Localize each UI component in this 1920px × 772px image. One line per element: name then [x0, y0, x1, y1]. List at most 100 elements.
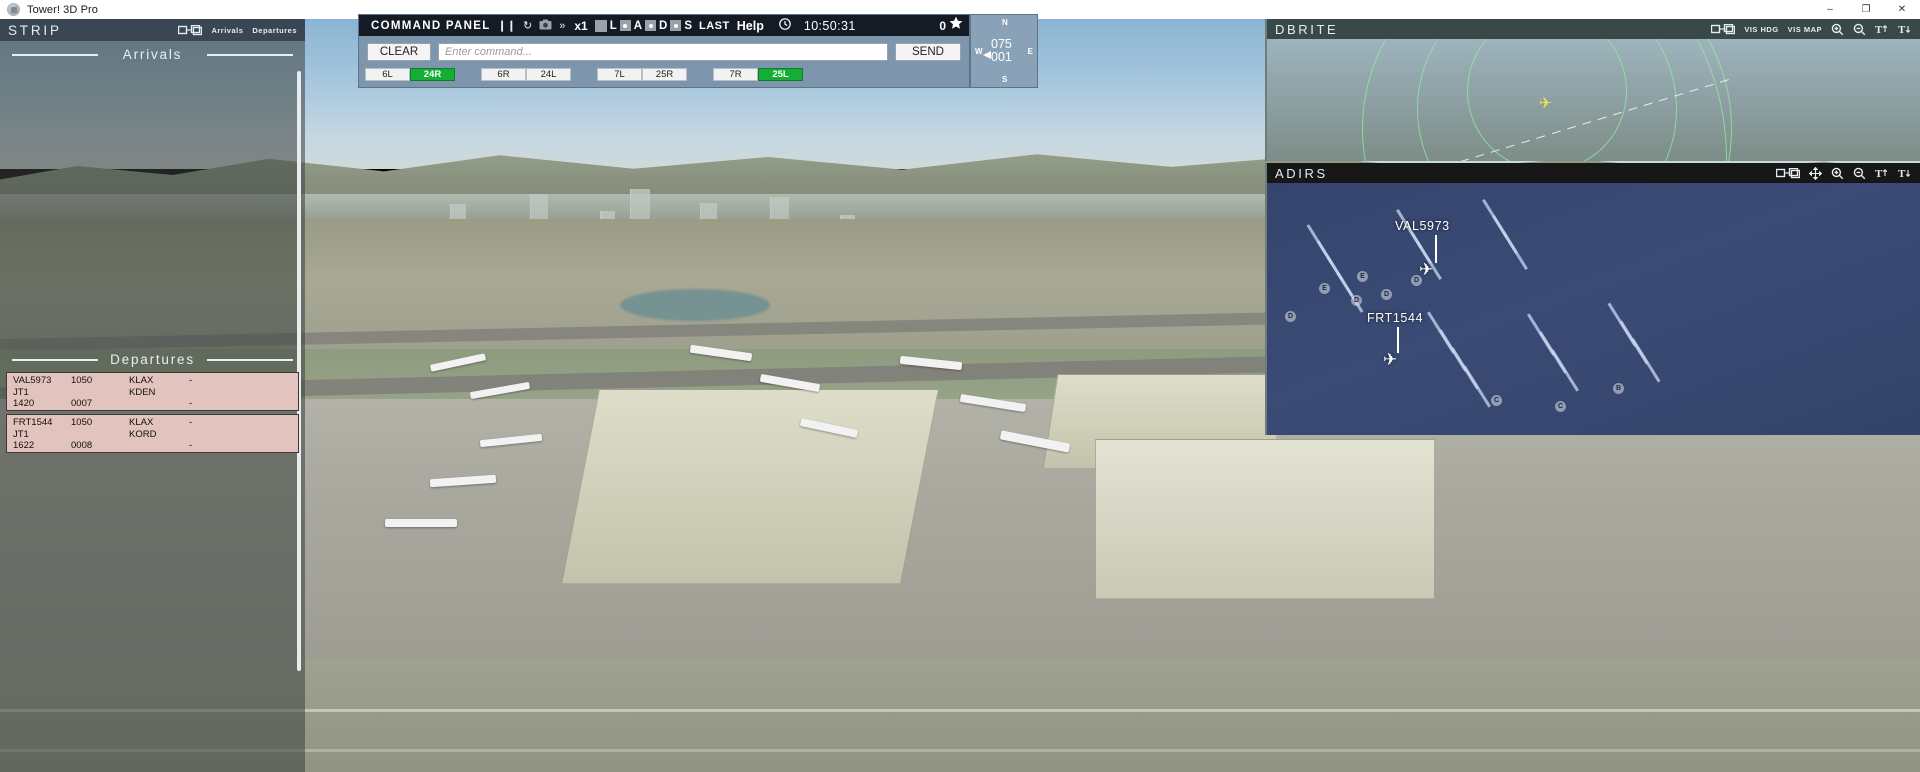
toggle-l-indicator[interactable] [594, 19, 607, 32]
runway-button-6R[interactable]: 6R [481, 68, 526, 81]
strip-squawk: 1050 [71, 417, 93, 428]
command-input[interactable] [438, 43, 888, 61]
wind-speed-value: 001 [991, 50, 1012, 64]
strip-panel: STRIP Arrivals Departures Arrivals Depar… [0, 19, 305, 772]
strip-dash-1: - [189, 417, 193, 428]
adirs-ground-map[interactable]: E E D D D D C C B VAL5973 ✈ FRT1544 ✈ [1267, 183, 1920, 435]
strip-dash-1: - [189, 375, 193, 386]
taxiway-label: C [1555, 401, 1566, 412]
runway-button-7R[interactable]: 7R [713, 68, 758, 81]
strip-dash-2: - [189, 398, 193, 409]
help-button[interactable]: Help [737, 19, 764, 33]
departures-header: Departures [0, 346, 305, 372]
toggle-a-label[interactable]: A [634, 20, 642, 32]
adirs-header: ADIRS T T [1267, 163, 1920, 183]
adirs-panel: ADIRS T T E E D D D D C C B VAL5973 ✈ FR… [1265, 163, 1920, 435]
retention-pond [620, 289, 770, 321]
adirs-tools: T T [1776, 166, 1920, 180]
runway-button-24R[interactable]: 24R [410, 68, 455, 81]
strip-departures-toggle[interactable]: Departures [252, 26, 297, 35]
fast-forward-icon[interactable]: » [559, 20, 565, 32]
vis-hdg-button[interactable]: VIS HDG [1744, 25, 1778, 34]
strip-callsign: VAL5973 [13, 375, 52, 386]
camera-icon[interactable] [539, 19, 552, 33]
strip-sequence: 0007 [71, 398, 93, 409]
sim-speed-label[interactable]: x1 [574, 19, 587, 33]
runway-group: 6R 24L [481, 68, 571, 81]
zoom-out-icon[interactable] [1853, 167, 1866, 180]
dbrite-radar-display[interactable]: ✈ [1267, 39, 1920, 161]
strip-squawk: 1050 [71, 375, 93, 386]
runway-group: 7L 25R [597, 68, 687, 81]
strip-destination: KORD [129, 428, 157, 440]
runway-button-6L[interactable]: 6L [365, 68, 410, 81]
svg-text:T: T [1875, 168, 1883, 179]
minimize-button[interactable]: – [1812, 0, 1848, 19]
pause-icon[interactable]: ❙❙ [498, 19, 516, 32]
restart-icon[interactable]: ↻ [523, 19, 532, 32]
adirs-title: ADIRS [1275, 165, 1328, 181]
strip-panel-header: STRIP Arrivals Departures [0, 19, 305, 41]
strip-panel-body: Arrivals Departures VAL5973 1050 KLAX - … [0, 41, 305, 772]
toggle-d-label[interactable]: D [659, 20, 667, 32]
vis-map-button[interactable]: VIS MAP [1788, 25, 1822, 34]
popout-icon[interactable] [1711, 23, 1736, 35]
adirs-aircraft-label[interactable]: FRT1544 [1367, 311, 1423, 325]
move-icon[interactable] [1809, 166, 1822, 180]
adirs-aircraft-label[interactable]: VAL5973 [1395, 219, 1450, 233]
taxiway-label: B [1613, 383, 1624, 394]
compass-north-label: N [1002, 18, 1008, 27]
star-icon [949, 16, 963, 35]
compass-west-label: W [975, 47, 983, 56]
text-increase-icon[interactable]: T [1875, 23, 1889, 35]
toggle-a-indicator[interactable] [619, 20, 631, 31]
runway-button-24L[interactable]: 24L [526, 68, 571, 81]
strip-panel-tools: Arrivals Departures [178, 24, 305, 36]
command-panel: COMMAND PANEL ❙❙ ↻ » x1 L A D S LAST Hel… [358, 14, 970, 88]
toggle-d-indicator[interactable] [645, 20, 657, 31]
parked-aircraft[interactable] [385, 519, 457, 527]
command-panel-header: COMMAND PANEL ❙❙ ↻ » x1 L A D S LAST Hel… [359, 15, 969, 36]
strip-arrivals-toggle[interactable]: Arrivals [211, 26, 243, 35]
taxiway-label: D [1381, 289, 1392, 300]
clear-button[interactable]: CLEAR [367, 43, 431, 61]
adirs-aircraft-symbol[interactable]: ✈ [1419, 261, 1433, 278]
adirs-aircraft-symbol[interactable]: ✈ [1383, 351, 1397, 368]
flight-strip[interactable]: VAL5973 1050 KLAX - JT1 KDEN 1420 0007 - [6, 372, 299, 411]
toggle-s-indicator[interactable] [670, 20, 682, 31]
text-decrease-icon[interactable]: T [1898, 23, 1912, 35]
popout-icon[interactable] [178, 24, 203, 36]
taxiway-label: D [1351, 295, 1362, 306]
svg-text:T: T [1875, 24, 1883, 35]
last-button[interactable]: LAST [699, 20, 730, 32]
radar-aircraft-target[interactable]: ✈ [1539, 94, 1552, 112]
zoom-in-icon[interactable] [1831, 167, 1844, 180]
runway-group: 7R 25L [713, 68, 803, 81]
score-value: 0 [939, 18, 946, 33]
runway-button-7L[interactable]: 7L [597, 68, 642, 81]
send-button[interactable]: SEND [895, 43, 961, 61]
toggle-s-label[interactable]: S [684, 20, 692, 32]
runway-button-25L[interactable]: 25L [758, 68, 803, 81]
map-overlay-tint [1267, 183, 1920, 435]
zoom-out-icon[interactable] [1853, 23, 1866, 36]
close-button[interactable]: ✕ [1884, 0, 1920, 19]
toggle-l-label[interactable]: L [610, 20, 617, 32]
adirs-aircraft-leader [1435, 235, 1437, 263]
strip-origin: KLAX [129, 375, 154, 386]
runway-button-25R[interactable]: 25R [642, 68, 687, 81]
clock-icon [779, 18, 791, 33]
flight-strip[interactable]: FRT1544 1050 KLAX - JT1 KORD 1622 0008 - [6, 414, 299, 453]
zoom-in-icon[interactable] [1831, 23, 1844, 36]
strip-time: 1622 [13, 440, 35, 451]
maximize-button[interactable]: ❐ [1848, 0, 1884, 19]
dbrite-panel: DBRITE VIS HDG VIS MAP T T ✈ [1265, 19, 1920, 161]
taxiway-label: D [1285, 311, 1296, 322]
strip-gate: JT1 [13, 428, 29, 440]
dbrite-header: DBRITE VIS HDG VIS MAP T T [1267, 19, 1920, 39]
text-decrease-icon[interactable]: T [1898, 167, 1912, 179]
tower3d-application: Tower! 3D Pro – ❐ ✕ STRIP Arrivals Depar… [0, 0, 1920, 772]
text-increase-icon[interactable]: T [1875, 167, 1889, 179]
popout-icon[interactable] [1776, 167, 1800, 179]
wind-direction-arrow [983, 51, 991, 59]
